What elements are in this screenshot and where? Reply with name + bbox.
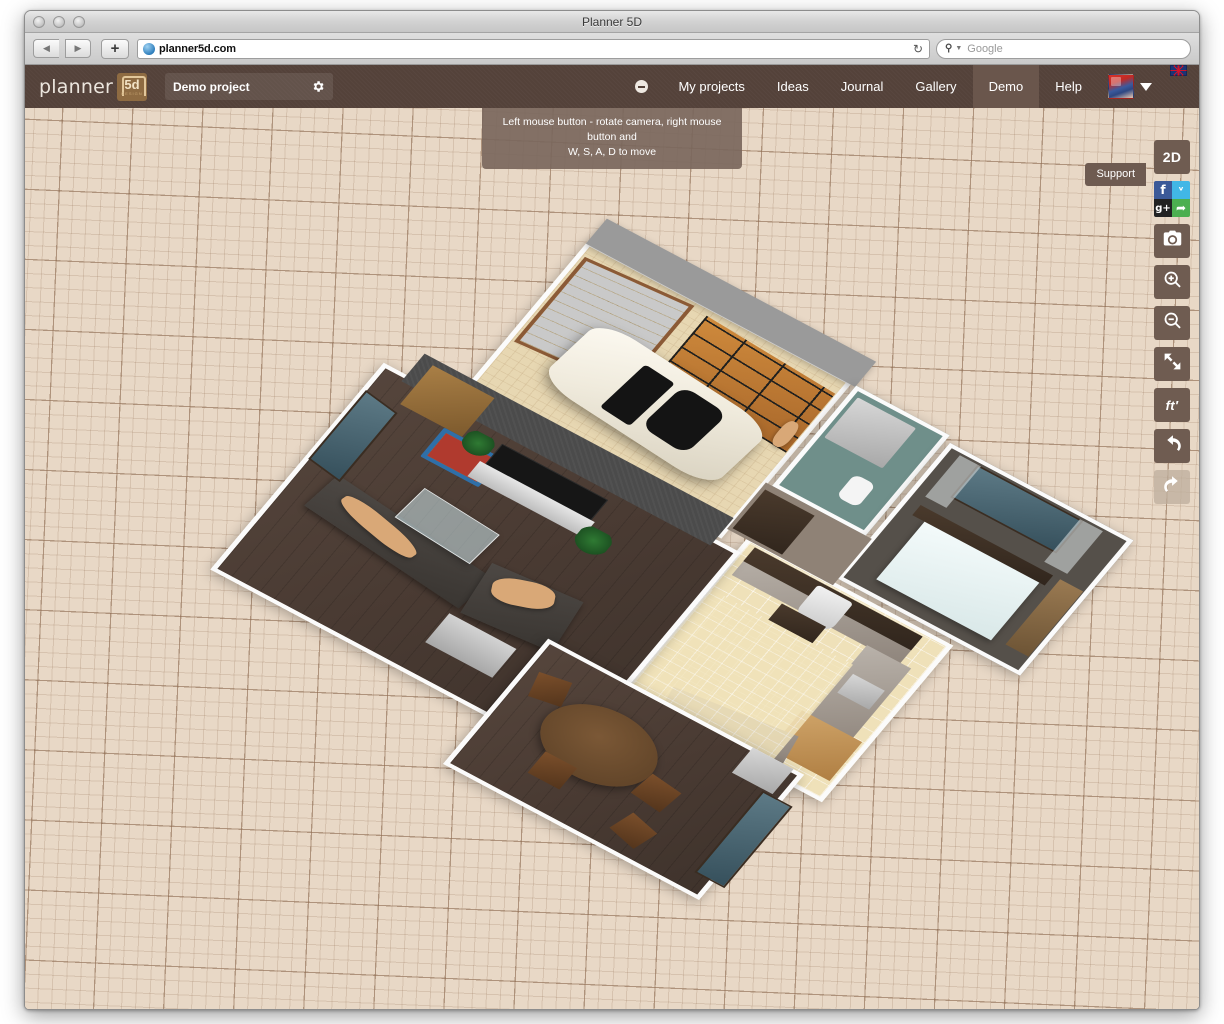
window-titlebar: Planner 5D [25, 11, 1199, 33]
googleplus-icon[interactable]: g+ [1154, 199, 1172, 217]
nav-gallery[interactable]: Gallery [899, 65, 972, 108]
minus-circle-icon [635, 80, 648, 93]
viewport-toolbar: 2D f ᵛ g+ ➦ [1154, 140, 1190, 504]
share-icon[interactable]: ➦ [1172, 199, 1190, 217]
globe-icon [143, 43, 155, 55]
window-controls[interactable] [33, 16, 85, 28]
house-model [144, 166, 1077, 871]
reload-icon[interactable]: ↻ [913, 42, 923, 56]
nav-ideas[interactable]: Ideas [761, 65, 825, 108]
new-tab-button[interactable]: + [101, 39, 129, 59]
search-dropdown-icon[interactable]: ▼ [955, 45, 962, 52]
back-button[interactable]: ◀ [33, 39, 59, 58]
redo-icon [1162, 474, 1183, 500]
address-bar-url: planner5d.com [159, 43, 236, 55]
units-label: ft′ [1166, 398, 1179, 413]
nav-circle-button[interactable] [621, 65, 662, 108]
zoom-window-button[interactable] [73, 16, 85, 28]
avatar[interactable] [1108, 74, 1134, 99]
zoom-in-icon [1162, 269, 1183, 295]
project-name-field[interactable]: Demo project [165, 73, 333, 100]
gear-icon[interactable] [311, 80, 325, 94]
support-button[interactable]: Support [1085, 163, 1146, 186]
minimize-window-button[interactable] [53, 16, 65, 28]
zoom-out-button[interactable] [1154, 306, 1190, 340]
nav-help[interactable]: Help [1039, 65, 1098, 108]
zoom-out-icon [1162, 310, 1183, 336]
logo-badge-subtext: DESIGN [121, 91, 142, 96]
app-header: planner 5d DESIGN Demo project My [25, 65, 1199, 108]
twitter-icon[interactable]: ᵛ [1172, 181, 1190, 199]
browser-toolbar: ◀ ▶ + planner5d.com ↻ ⚲ ▼ Google [25, 33, 1199, 65]
search-placeholder: Google [967, 43, 1002, 55]
toggle-2d-label: 2D [1163, 149, 1182, 165]
camera-hint-line-1: Left mouse button - rotate camera, right… [492, 115, 732, 145]
planner5d-app: planner 5d DESIGN Demo project My [25, 65, 1199, 1009]
project-name-value: Demo project [173, 80, 250, 94]
close-window-button[interactable] [33, 16, 45, 28]
search-field[interactable]: ⚲ ▼ Google [936, 39, 1191, 59]
chevron-down-icon[interactable] [1140, 83, 1152, 91]
nav-demo[interactable]: Demo [973, 65, 1040, 108]
forward-button[interactable]: ▶ [65, 39, 91, 58]
logo-house-icon: 5d DESIGN [117, 73, 147, 101]
camera-hint-line-2: W, S, A, D to move [492, 145, 732, 160]
3d-floor-plan [25, 108, 1199, 1009]
undo-button[interactable] [1154, 429, 1190, 463]
3d-viewport[interactable]: Left mouse button - rotate camera, right… [25, 108, 1199, 1009]
social-share-group[interactable]: f ᵛ g+ ➦ [1154, 181, 1190, 217]
camera-hint-tooltip: Left mouse button - rotate camera, right… [482, 108, 742, 169]
undo-icon [1162, 433, 1183, 459]
main-navigation: My projects Ideas Journal Gallery Demo H… [621, 65, 1199, 108]
zoom-in-button[interactable] [1154, 265, 1190, 299]
facebook-icon[interactable]: f [1154, 181, 1172, 199]
browser-window: Planner 5D ◀ ▶ + planner5d.com ↻ ⚲ ▼ Goo… [24, 10, 1200, 1010]
camera-icon [1162, 228, 1183, 254]
fullscreen-button[interactable] [1154, 347, 1190, 381]
redo-button[interactable] [1154, 470, 1190, 504]
planner5d-logo[interactable]: planner 5d DESIGN [39, 73, 147, 101]
account-menu[interactable] [1098, 65, 1162, 108]
uk-flag-icon[interactable] [1170, 65, 1187, 76]
nav-my-projects[interactable]: My projects [662, 65, 760, 108]
logo-badge-text: 5d [124, 78, 139, 91]
logo-wordmark: planner [39, 76, 113, 98]
address-bar[interactable]: planner5d.com ↻ [137, 39, 930, 59]
toggle-2d-button[interactable]: 2D [1154, 140, 1190, 174]
screenshot-button[interactable] [1154, 224, 1190, 258]
fullscreen-icon [1162, 351, 1183, 377]
units-button[interactable]: ft′ [1154, 388, 1190, 422]
nav-journal[interactable]: Journal [825, 65, 900, 108]
search-icon: ⚲ [945, 43, 952, 54]
window-title: Planner 5D [25, 11, 1199, 33]
